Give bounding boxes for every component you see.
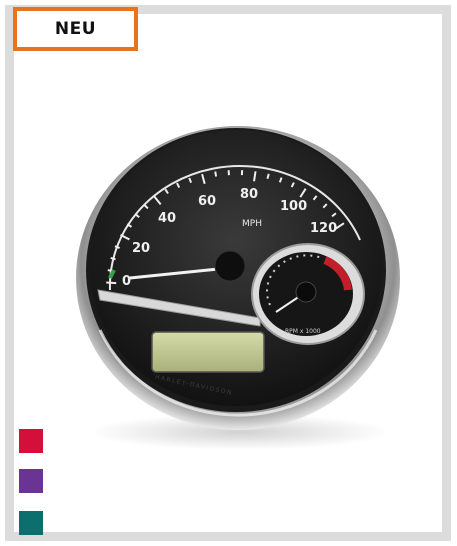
speedometer-image[interactable]: 0 20 40 60 80 100 120 MPH RPM x 1000 HAR… <box>70 100 410 460</box>
color-swatch-teal[interactable] <box>19 511 43 535</box>
color-swatch-red[interactable] <box>19 429 43 453</box>
new-badge: NEU <box>13 7 138 51</box>
needle-hub <box>214 250 246 282</box>
speed-label-40: 40 <box>158 211 176 226</box>
speed-label-60: 60 <box>198 194 216 209</box>
speed-tick <box>266 173 270 179</box>
unit-label: MPH <box>242 219 262 229</box>
tach-hub <box>295 281 317 303</box>
speed-tick <box>106 281 117 285</box>
speed-tick <box>214 171 218 177</box>
color-swatch-purple[interactable] <box>19 469 43 493</box>
speed-label-0: 0 <box>122 274 131 289</box>
speed-label-100: 100 <box>280 199 307 214</box>
speed-label-80: 80 <box>240 187 258 202</box>
lcd-display <box>151 331 265 373</box>
speed-tick <box>110 257 116 261</box>
tach-label: RPM x 1000 <box>285 328 321 335</box>
new-badge-label: NEU <box>54 19 97 39</box>
speed-label-20: 20 <box>132 241 150 256</box>
speed-label-120: 120 <box>310 221 337 236</box>
